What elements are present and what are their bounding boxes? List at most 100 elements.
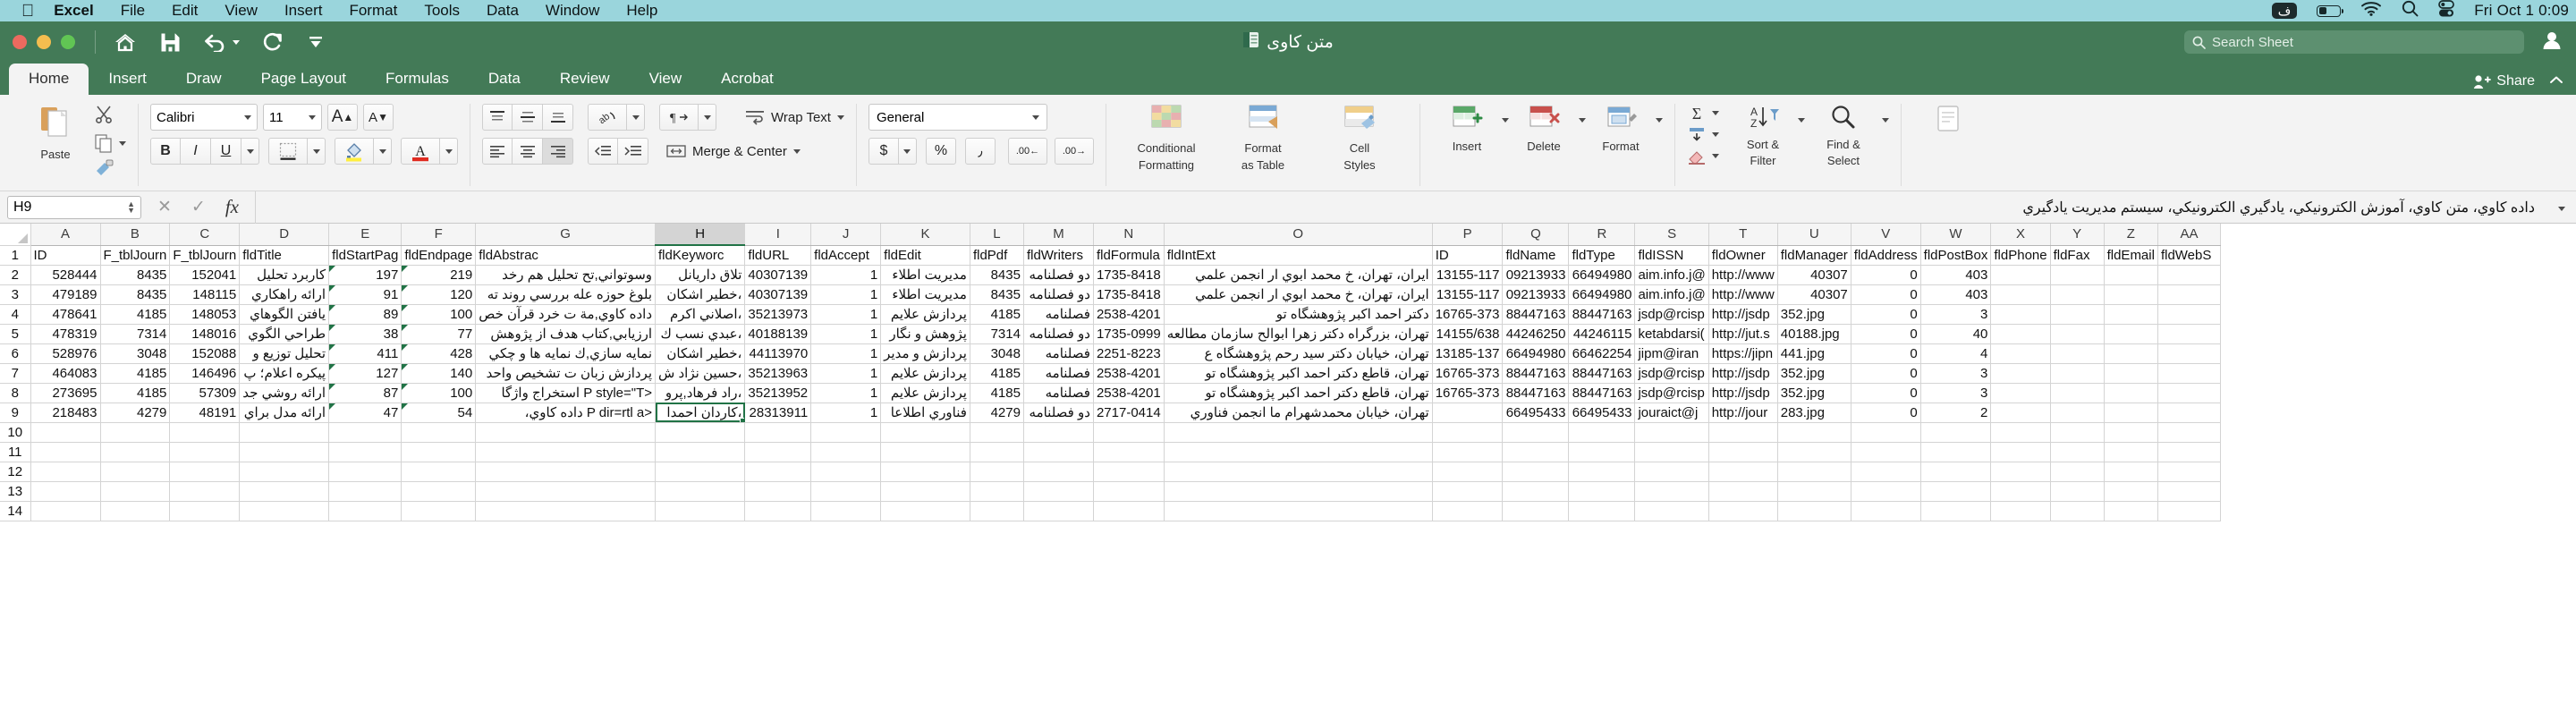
cell-P10[interactable] [1432,422,1504,443]
cell-J3[interactable]: 1 [810,284,882,305]
fx-icon[interactable]: fx [225,196,239,218]
cell-B11[interactable] [100,442,171,462]
cell-V14[interactable] [1851,501,1921,521]
cell-A7[interactable]: 464083 [30,363,101,384]
insert-dropdown-icon[interactable] [1501,118,1509,123]
confirm-icon[interactable]: ✓ [191,197,206,217]
cell-C3[interactable]: 148115 [169,284,241,305]
cell-B5[interactable]: 7314 [100,324,171,344]
align-bottom-button[interactable] [543,104,573,131]
column-header-h[interactable]: H [655,224,746,246]
minimize-button[interactable] [37,35,51,49]
wrap-text-dropdown-icon[interactable] [836,114,844,120]
cell-Q1[interactable]: fldName [1502,245,1570,266]
cell-O5[interactable]: تهران، بزرگراه دكتر زهرا ابوالح سازمان م… [1164,324,1433,344]
font-size-input[interactable]: 11 [263,104,322,131]
column-header-o[interactable]: O [1164,224,1433,246]
fill-button[interactable] [1687,126,1719,143]
column-header-c[interactable]: C [169,224,241,246]
column-header-l[interactable]: L [970,224,1024,246]
cell-E1[interactable]: fldStartPag [328,245,402,266]
cell-P1[interactable]: ID [1432,245,1504,266]
cell-F10[interactable] [401,422,477,443]
cell-R5[interactable]: 44246115 [1568,324,1636,344]
cell-R2[interactable]: 66494980 [1568,265,1636,285]
cell-H9[interactable]: ،كاردان احمدا [655,403,746,423]
tab-insert[interactable]: Insert [89,64,166,95]
cell-N7[interactable]: 2538-4201 [1093,363,1165,384]
cell-Q4[interactable]: 88447163 [1502,304,1570,325]
cell-J7[interactable]: 1 [810,363,882,384]
cell-H8[interactable]: ،راد فرهاد,پرو [655,383,746,403]
cell-R10[interactable] [1568,422,1636,443]
cell-U11[interactable] [1777,442,1852,462]
cell-G14[interactable] [475,501,657,521]
cell-W1[interactable]: fldPostBox [1920,245,1992,266]
align-right-button[interactable] [543,138,573,165]
cell-D14[interactable] [239,501,330,521]
cell-W14[interactable] [1920,501,1992,521]
column-header-d[interactable]: D [239,224,330,246]
cell-C10[interactable] [169,422,241,443]
cell-H12[interactable] [655,462,746,482]
cell-V3[interactable]: 0 [1851,284,1921,305]
cell-O4[interactable]: دكتر احمد اكبر پژوهشگاه تو [1164,304,1433,325]
cell-Z2[interactable] [2104,265,2158,285]
cell-L7[interactable]: 4185 [970,363,1024,384]
cell-O2[interactable]: ايران، تهران، خ محمد ابوي ار انجمن علمي [1164,265,1433,285]
cell-X11[interactable] [1990,442,2051,462]
cell-T8[interactable]: http://jsdp [1708,383,1778,403]
cell-P14[interactable] [1432,501,1504,521]
cell-Q12[interactable] [1502,462,1570,482]
cell-M7[interactable]: فصلنامه [1023,363,1094,384]
align-middle-button[interactable] [513,104,543,131]
cell-O8[interactable]: تهران، قاطع دكتر احمد اكبر پژوهشگاه تو [1164,383,1433,403]
cell-X6[interactable] [1990,343,2051,364]
table-row[interactable]: 5 478319 7314 148016 طراحي الگوي 38 77 ارزيابي,… [0,324,2221,344]
font-color-dropdown-button[interactable] [440,138,458,165]
cell-T12[interactable] [1708,462,1778,482]
cell-N11[interactable] [1093,442,1165,462]
cell-H3[interactable]: ،خطير اشكان [655,284,746,305]
cell-V8[interactable]: 0 [1851,383,1921,403]
menu-item-edit[interactable]: Edit [172,2,198,20]
cell-C14[interactable] [169,501,241,521]
control-center-icon[interactable] [2438,0,2455,21]
column-header-s[interactable]: S [1634,224,1709,246]
cell-G11[interactable] [475,442,657,462]
cell-D11[interactable] [239,442,330,462]
menu-bar-clock[interactable]: Fri Oct 1 0:09 [2474,2,2569,20]
cell-J2[interactable]: 1 [810,265,882,285]
cell-Y2[interactable] [2050,265,2105,285]
cell-O13[interactable] [1164,481,1433,502]
cell-Z8[interactable] [2104,383,2158,403]
cell-J11[interactable] [810,442,882,462]
cell-E3[interactable]: 91 [328,284,402,305]
shrink-font-button[interactable]: A ▼ [363,104,394,131]
save-icon[interactable] [160,32,181,53]
cell-V6[interactable]: 0 [1851,343,1921,364]
cell-U1[interactable]: fldManager [1777,245,1852,266]
column-header-x[interactable]: X [1990,224,2051,246]
cell-W5[interactable]: 40 [1920,324,1992,344]
table-row[interactable]: 8 273695 4185 57309 ارائه روشي جد 87 100 <P sty… [0,383,2221,403]
cell-C11[interactable] [169,442,241,462]
cell-K10[interactable] [880,422,970,443]
cell-N1[interactable]: fldFormula [1093,245,1165,266]
column-header-p[interactable]: P [1432,224,1504,246]
paste-button[interactable]: Paste [17,98,94,161]
cell-I7[interactable]: 35213963 [744,363,812,384]
number-format-dropdown-icon[interactable] [1031,114,1039,120]
cell-O10[interactable] [1164,422,1433,443]
cell-I3[interactable]: 40307139 [744,284,812,305]
cell-T11[interactable] [1708,442,1778,462]
cell-G12[interactable] [475,462,657,482]
cell-K13[interactable] [880,481,970,502]
cell-K7[interactable]: پردازش علايم [880,363,970,384]
conditional-formatting-button[interactable]: Conditional Formatting [1118,98,1215,173]
cell-T6[interactable]: https://jipn [1708,343,1778,364]
delete-cells-button[interactable]: Delete [1509,98,1579,153]
column-header-b[interactable]: B [100,224,171,246]
apple-menu-icon[interactable]:  [21,3,34,20]
cell-R8[interactable]: 88447163 [1568,383,1636,403]
